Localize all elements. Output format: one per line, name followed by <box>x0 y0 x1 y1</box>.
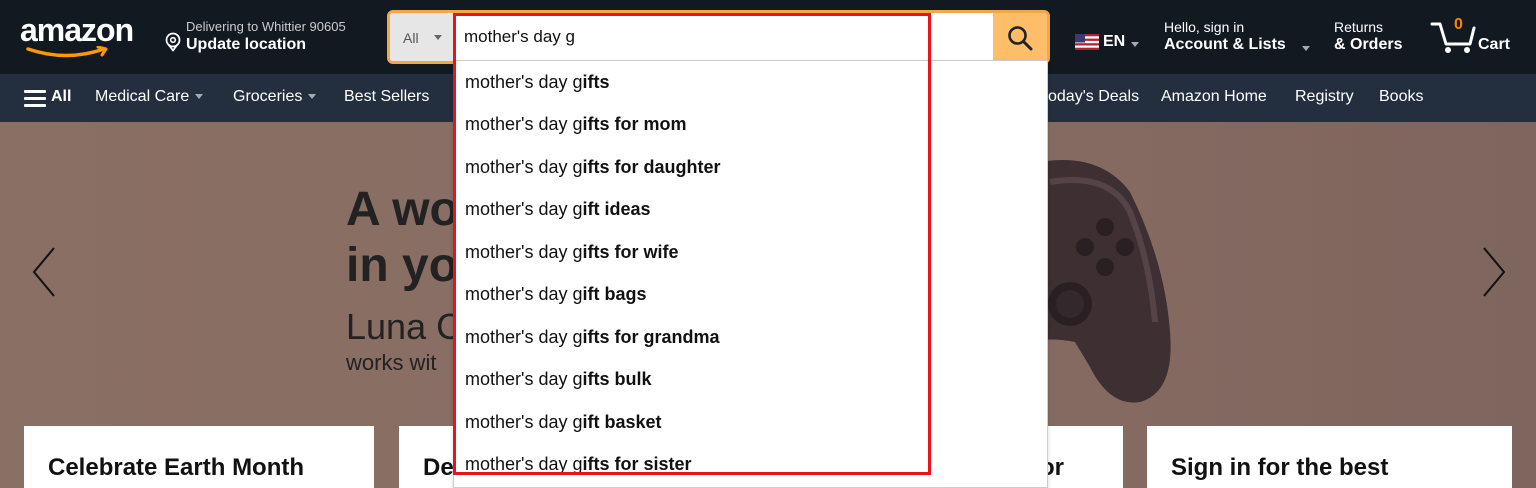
cart-button[interactable]: 0 Cart <box>1430 14 1520 58</box>
suggestion-item[interactable]: mother's day gifts for grandma <box>454 316 1049 358</box>
search-category-dropdown[interactable]: All <box>390 13 454 61</box>
cart-count: 0 <box>1454 16 1463 33</box>
suggestion-completion-text: ifts for daughter <box>582 157 721 177</box>
nav-books[interactable]: Books <box>1379 88 1423 106</box>
location-pin-icon <box>165 32 181 52</box>
nav-registry[interactable]: Registry <box>1295 88 1354 106</box>
suggestion-item[interactable]: mother's day gifts for wife <box>454 231 1049 273</box>
search-input[interactable] <box>456 13 994 61</box>
nav-todays-deals[interactable]: oday's Deals <box>1048 88 1139 106</box>
chevron-down-icon <box>1131 42 1139 47</box>
returns-label: Returns <box>1334 19 1384 35</box>
nav-best-sellers[interactable]: Best Sellers <box>344 88 429 106</box>
promo-card[interactable]: or <box>1040 426 1123 488</box>
us-flag-icon <box>1075 34 1099 50</box>
suggestion-item[interactable]: mother's day gifts for sister <box>454 443 1049 485</box>
suggestion-completion-text: ifts for wife <box>582 242 679 262</box>
cart-label: Cart <box>1478 36 1511 53</box>
hero-headline-line2: in yo <box>346 239 459 292</box>
suggestion-typed-text: mother's day g <box>465 284 583 304</box>
account-lists-label: Account & Lists <box>1164 36 1286 53</box>
nav-amazon-home[interactable]: Amazon Home <box>1161 88 1267 106</box>
suggestion-completion-text: ift basket <box>582 412 662 432</box>
suggestion-completion-text: ift ideas <box>582 199 651 219</box>
suggestion-completion-text: ifts <box>582 72 610 92</box>
sign-in-card-title: Sign in for the best <box>1171 454 1389 481</box>
all-menu-button[interactable]: All <box>51 88 71 106</box>
nav-groceries[interactable]: Groceries <box>233 88 317 106</box>
nav-medical-care[interactable]: Medical Care <box>95 88 204 106</box>
language-label: EN <box>1103 33 1126 50</box>
suggestion-typed-text: mother's day g <box>465 157 583 177</box>
suggestion-typed-text: mother's day g <box>465 72 583 92</box>
search-button[interactable] <box>993 13 1047 61</box>
promo-card-title: De <box>423 454 454 481</box>
search-icon <box>1008 26 1033 51</box>
promo-card[interactable]: De <box>399 426 454 488</box>
search-bar: All <box>387 10 1050 64</box>
suggestion-item[interactable]: mother's day gift ideas <box>454 188 1049 230</box>
suggestion-item[interactable]: mother's day gifts bulk <box>454 358 1049 400</box>
suggestion-typed-text: mother's day g <box>465 242 583 262</box>
hero-headline-line1: A wo <box>346 183 459 236</box>
suggestion-completion-text: ifts for sister <box>582 454 692 474</box>
suggestion-item[interactable]: mother's day gifts for mom <box>454 103 1049 145</box>
update-location-link[interactable]: Update location <box>186 36 306 54</box>
suggestion-item[interactable]: mother's day gift bags <box>454 273 1049 315</box>
promo-card[interactable]: Celebrate Earth Month <box>24 426 374 488</box>
suggestion-typed-text: mother's day g <box>465 327 583 347</box>
nav-medical-care-label: Medical Care <box>95 88 190 105</box>
chevron-down-icon <box>1302 46 1310 51</box>
amazon-logo[interactable]: amazon <box>20 12 142 62</box>
delivery-location-text: Delivering to Whittier 90605 <box>186 19 346 34</box>
orders-label: & Orders <box>1334 36 1403 53</box>
logo-text: amazon <box>20 12 134 48</box>
chevron-down-icon <box>308 94 317 100</box>
suggestion-completion-text: ifts for grandma <box>582 327 720 347</box>
suggestion-typed-text: mother's day g <box>465 114 583 134</box>
search-category-label: All <box>403 30 419 46</box>
suggestion-completion-text: ift bags <box>582 284 647 304</box>
sign-in-card[interactable]: Sign in for the best <box>1147 426 1512 488</box>
suggestion-typed-text: mother's day g <box>465 454 583 474</box>
search-suggestions-dropdown: mother's day gifts mother's day gifts fo… <box>453 60 1048 488</box>
chevron-down-icon <box>195 94 204 100</box>
nav-groceries-label: Groceries <box>233 88 303 105</box>
suggestion-typed-text: mother's day g <box>465 369 583 389</box>
promo-card-title: Celebrate Earth Month <box>48 454 305 481</box>
suggestion-item[interactable]: mother's day gifts for daughter <box>454 146 1049 188</box>
suggestion-typed-text: mother's day g <box>465 199 583 219</box>
hero-subheading: Luna C <box>346 306 463 347</box>
suggestion-completion-text: ifts for mom <box>582 114 687 134</box>
suggestion-completion-text: ifts bulk <box>582 369 652 389</box>
hero-headline: A wo in yo <box>346 182 459 294</box>
hero-subtext: works wit <box>346 350 437 375</box>
chevron-down-icon <box>434 35 442 40</box>
logo-smile-icon <box>26 46 108 58</box>
account-greeting: Hello, sign in <box>1164 19 1245 35</box>
suggestion-item[interactable]: mother's day gift basket <box>454 401 1049 443</box>
suggestion-item[interactable]: mother's day gifts <box>454 61 1049 103</box>
menu-icon[interactable] <box>24 89 46 107</box>
suggestion-typed-text: mother's day g <box>465 412 583 432</box>
chevron-right-icon[interactable] <box>1480 246 1508 298</box>
chevron-left-icon[interactable] <box>30 246 58 298</box>
